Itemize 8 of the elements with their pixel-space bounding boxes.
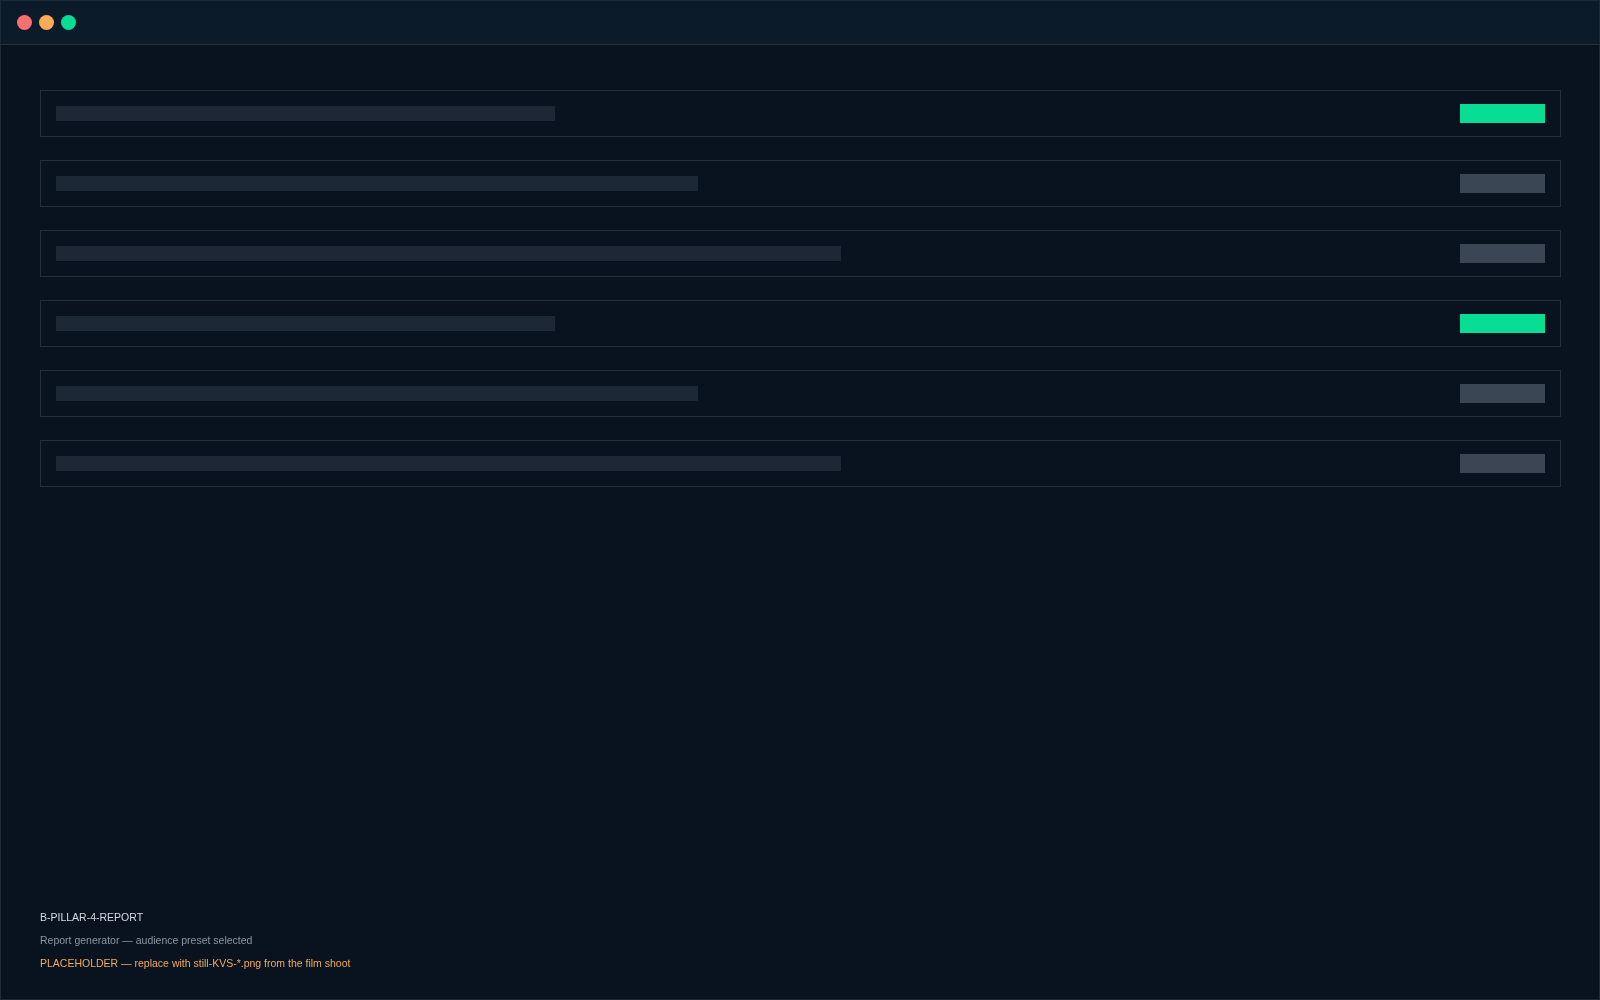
placeholder-note: PLACEHOLDER — replace with still-KVS-*.png from the film shoot — [40, 957, 352, 969]
list-row[interactable] — [40, 90, 1561, 137]
maximize-icon[interactable] — [61, 15, 76, 30]
list-row[interactable] — [40, 300, 1561, 347]
minimize-icon[interactable] — [39, 15, 54, 30]
report-title: B-PILLAR-4-REPORT — [40, 911, 145, 923]
status-text: Report generator — audience preset selected — [40, 934, 254, 946]
close-icon[interactable] — [17, 15, 32, 30]
